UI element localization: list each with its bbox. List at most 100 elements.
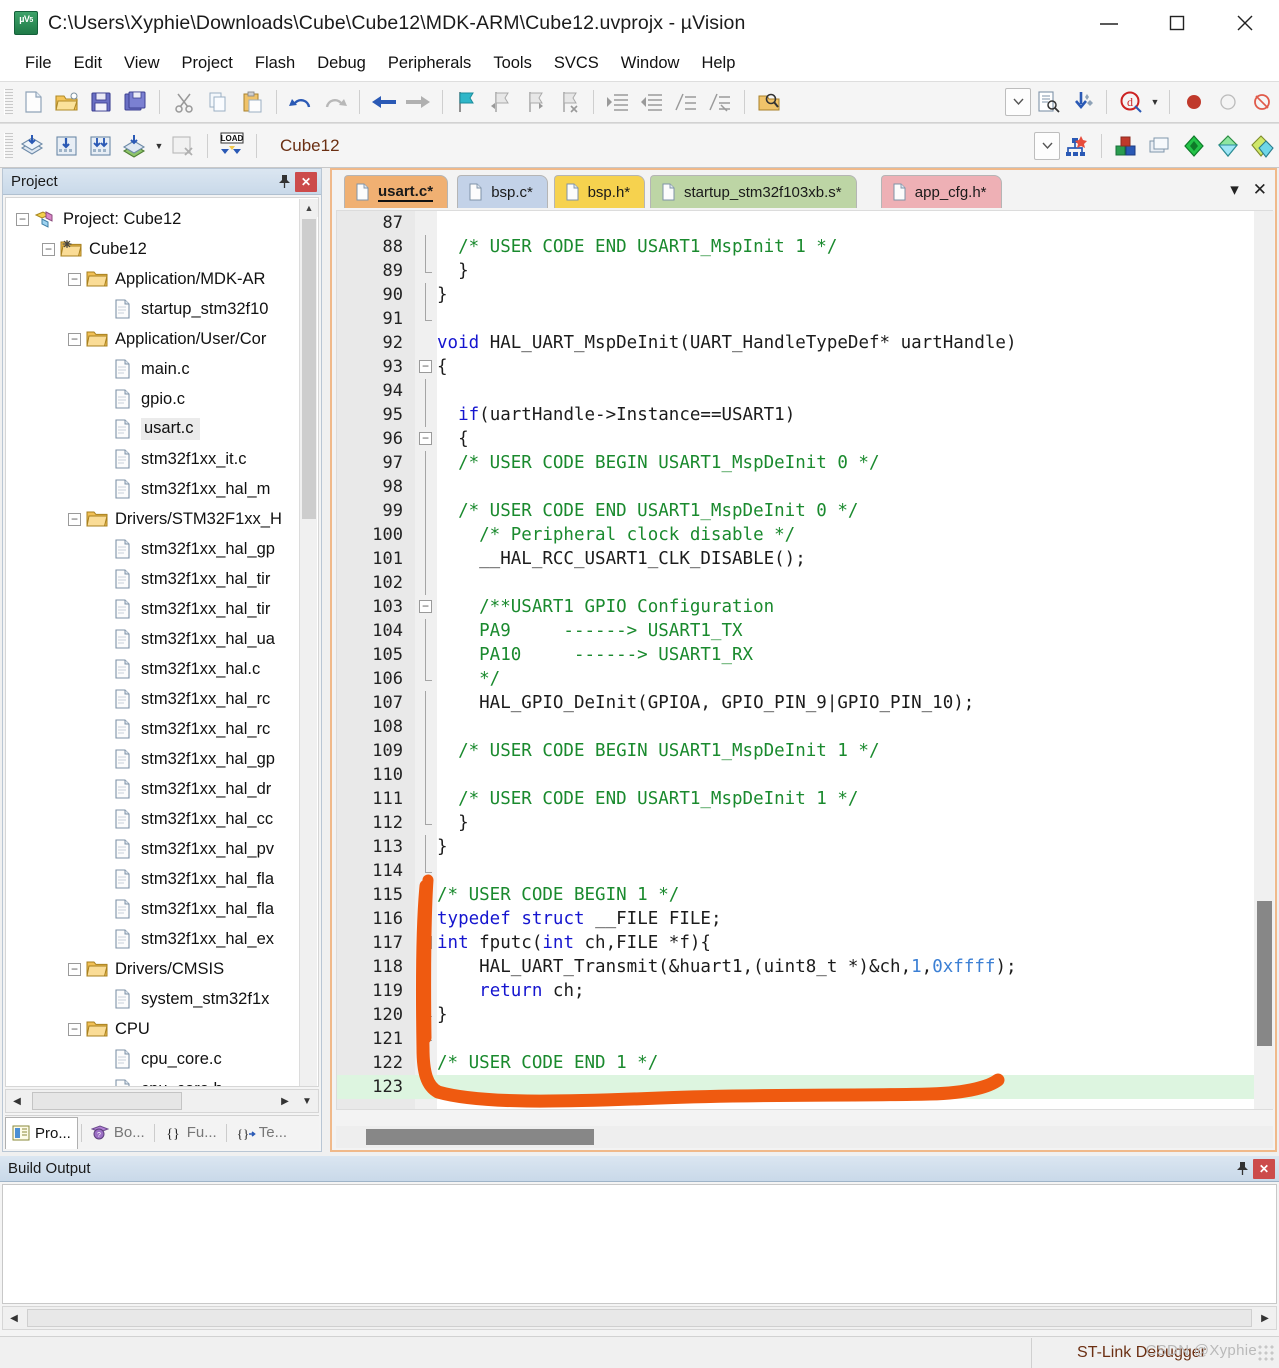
code-line[interactable]: 123 [337,1075,1272,1099]
expander-minus-icon[interactable]: − [68,272,81,286]
editor-tab-startupstm32f103xbs[interactable]: startup_stm32f103xb.s* [650,175,857,208]
panel-tab-templates[interactable]: {} Te... [230,1117,293,1149]
scroll-left-icon[interactable]: ◀ [6,1090,28,1112]
tree-item[interactable]: stm32f1xx_hal_tir [6,594,318,624]
tree-item[interactable]: stm32f1xx_hal_gp [6,534,318,564]
expander-minus-icon[interactable]: − [16,212,29,226]
bookmark-prev-icon[interactable] [484,85,518,119]
code-line[interactable]: 105 PA10 ------> USART1_RX [337,643,1272,667]
code-line[interactable]: 114 [337,859,1272,883]
new-file-icon[interactable] [16,85,50,119]
build-icon[interactable] [50,129,84,163]
pack-manage-icon[interactable] [1245,129,1279,163]
tree-item[interactable]: − Cube12 [6,234,318,264]
manage-runtime-icon[interactable] [1109,129,1143,163]
code-line[interactable]: 94 [337,379,1272,403]
tree-item[interactable]: stm32f1xx_hal_ex [6,924,318,954]
panel-tab-functions[interactable]: {} Fu... [158,1117,223,1149]
breakpoint-disable-all-icon[interactable] [1245,85,1279,119]
panel-tab-project[interactable]: Pro... [5,1116,78,1149]
project-panel-close-button[interactable]: ✕ [295,171,317,192]
expander-minus-icon[interactable]: − [68,962,81,976]
editor-tab-bsph[interactable]: bsp.h* [553,175,646,208]
code-line[interactable]: 93 −{ [337,355,1272,379]
menu-tools[interactable]: Tools [482,50,543,77]
tree-item[interactable]: cpu_core.h [6,1074,318,1086]
code-line[interactable]: 104 PA9 ------> USART1_TX [337,619,1272,643]
code-content[interactable]: 87 88 /* USER CODE END USART1_MspInit 1 *… [337,211,1272,1099]
chevron-down-icon[interactable] [1034,131,1060,160]
tree-item[interactable]: stm32f1xx_it.c [6,444,318,474]
tree-item-selected[interactable]: usart.c [6,414,318,444]
tree-item[interactable]: stm32f1xx_hal.c [6,654,318,684]
pin-icon[interactable] [1231,1158,1253,1180]
code-line[interactable]: 117 − int fputc(int ch,FILE *f){ [337,931,1272,955]
code-line[interactable]: 108 [337,715,1272,739]
tree-item[interactable]: stm32f1xx_hal_pv [6,834,318,864]
expander-minus-icon[interactable]: − [42,242,55,256]
tree-item[interactable]: stm32f1xx_hal_cc [6,804,318,834]
expander-minus-icon[interactable]: − [68,512,81,526]
tree-item[interactable]: stm32f1xx_hal_fla [6,894,318,924]
code-line[interactable]: 95 if(uartHandle->Instance==USART1) [337,403,1272,427]
breakpoint-disable-icon[interactable] [1211,85,1245,119]
editor-tab-usartc[interactable]: usart.c* [344,175,449,208]
code-line[interactable]: 92 void HAL_UART_MspDeInit(UART_HandleTyp… [337,331,1272,355]
tree-item[interactable]: stm32f1xx_hal_dr [6,774,318,804]
menu-svcs[interactable]: SVCS [543,50,610,77]
resize-grip-icon[interactable] [1257,1343,1275,1362]
editor-tab-bspc[interactable]: bsp.c* [457,175,548,208]
find-in-files-icon[interactable] [752,85,786,119]
tab-list-icon[interactable]: ▾ [1230,180,1239,200]
code-line[interactable]: 121 [337,1027,1272,1051]
load-icon[interactable]: LOAD [215,129,249,163]
menu-file[interactable]: File [14,50,63,77]
tab-close-icon[interactable]: ✕ [1253,180,1267,200]
tree-item[interactable]: − Drivers/CMSIS [6,954,318,984]
code-line[interactable]: 97 /* USER CODE BEGIN USART1_MspDeInit 0… [337,451,1272,475]
code-line[interactable]: 122 /* USER CODE END 1 */ [337,1051,1272,1075]
code-line[interactable]: 120} [337,1003,1272,1027]
tree-item[interactable]: − Drivers/STM32F1xx_H [6,504,318,534]
batch-build-caret-icon[interactable]: ▼ [152,129,166,163]
multi-project-icon[interactable] [1143,129,1177,163]
fold-collapse-icon[interactable]: − [419,432,432,445]
tree-item[interactable]: − Application/MDK-AR [6,264,318,294]
code-line[interactable]: 112 } [337,811,1272,835]
tree-item[interactable]: stm32f1xx_hal_tir [6,564,318,594]
code-line[interactable]: 109 /* USER CODE BEGIN USART1_MspDeInit … [337,739,1272,763]
bookmark-toggle-icon[interactable] [450,85,484,119]
outdent-icon[interactable] [635,85,669,119]
code-line[interactable]: 98 [337,475,1272,499]
tree-item[interactable]: − CPU [6,1014,318,1044]
tree-item[interactable]: cpu_core.c [6,1044,318,1074]
code-line[interactable]: 101 __HAL_RCC_USART1_CLK_DISABLE(); [337,547,1272,571]
code-line[interactable]: 87 [337,211,1272,235]
code-line[interactable]: 115 /* USER CODE BEGIN 1 */ [337,883,1272,907]
code-line[interactable]: 106 */ [337,667,1272,691]
code-line[interactable]: 100 /* Peripheral clock disable */ [337,523,1272,547]
build-output-horizontal-scrollbar[interactable]: ◀ ▶ [2,1306,1277,1330]
tree-item[interactable]: startup_stm32f10 [6,294,318,324]
save-icon[interactable] [84,85,118,119]
stop-build-icon[interactable] [166,129,200,163]
pack-installer-icon[interactable] [1177,129,1211,163]
undo-icon[interactable] [284,85,318,119]
redo-icon[interactable] [318,85,352,119]
project-tree-horizontal-scrollbar[interactable]: ◀ ▶ ▼ [5,1089,319,1113]
save-all-icon[interactable] [118,85,152,119]
maximize-button[interactable] [1143,0,1211,46]
scroll-up-icon[interactable]: ▲ [300,199,318,217]
comment-icon[interactable] [669,85,703,119]
scroll-down-icon[interactable]: ▼ [296,1090,318,1112]
project-selector-value[interactable]: Cube12 [264,136,474,156]
tree-item[interactable]: stm32f1xx_hal_m [6,474,318,504]
tree-item[interactable]: main.c [6,354,318,384]
scrollbar-thumb[interactable] [1257,901,1272,1046]
scrollbar-thumb[interactable] [302,219,316,519]
code-line[interactable]: 90} [337,283,1272,307]
fold-collapse-icon[interactable]: − [419,360,432,373]
bookmark-next-icon[interactable] [518,85,552,119]
menu-project[interactable]: Project [171,50,244,77]
build-output-text[interactable] [2,1184,1277,1304]
